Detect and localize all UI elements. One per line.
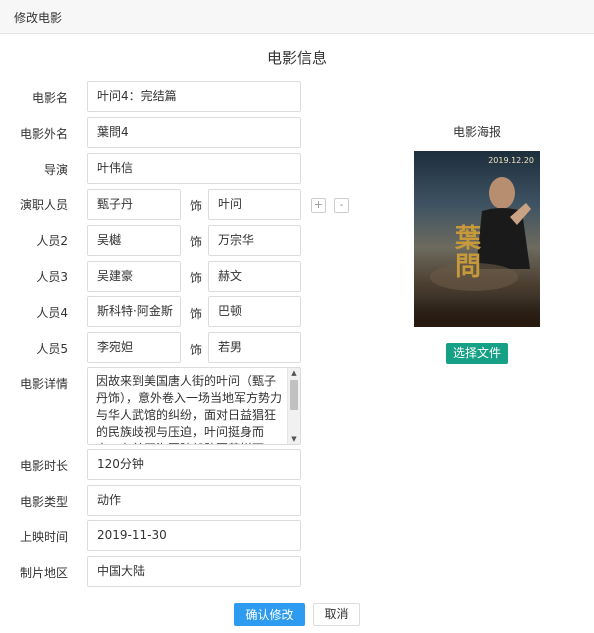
release-date-label: 上映时间	[19, 530, 68, 544]
confirm-button[interactable]: 确认修改	[234, 603, 305, 626]
poster-title: 葉問	[454, 224, 481, 282]
poster-date: 2019.12.20	[488, 156, 534, 165]
release-date-input[interactable]: 2019-11-30	[87, 520, 301, 551]
cast-label-2: 人员2	[36, 234, 68, 248]
cast-role-input-4[interactable]: 巴顿	[208, 296, 301, 327]
duration-input[interactable]: 120分钟	[87, 449, 301, 480]
cast-label: 演职人员	[19, 198, 68, 212]
cast-actor-input-2[interactable]: 吴樾	[87, 225, 181, 256]
cast-actor-input-4[interactable]: 斯科特·阿金斯	[87, 296, 181, 327]
cast-label-3: 人员3	[36, 270, 68, 284]
scroll-down-icon[interactable]: ▼	[288, 434, 300, 444]
add-cast-button[interactable]: +	[311, 198, 326, 213]
cast-role-input-2[interactable]: 万宗华	[208, 225, 301, 256]
details-text: 因故来到美国唐人街的叶问（甄子丹饰），意外卷入一场当地军方势力与华人武馆的纠纷，…	[96, 374, 283, 444]
cast-actor-input-1[interactable]: 甄子丹	[87, 189, 181, 220]
poster-image: 2019.12.20 葉問	[414, 151, 540, 327]
scroll-up-icon[interactable]: ▲	[288, 368, 300, 378]
director-label: 导演	[43, 163, 68, 177]
role-separator: 饰	[190, 343, 203, 357]
dialog-titlebar: 修改电影	[0, 0, 594, 34]
region-input[interactable]: 中国大陆	[87, 556, 301, 587]
details-scrollbar[interactable]: ▲ ▼	[287, 368, 300, 444]
movie-name-label: 电影名	[31, 91, 68, 105]
remove-cast-button[interactable]: -	[334, 198, 349, 213]
role-separator: 饰	[190, 307, 203, 321]
foreign-name-label: 电影外名	[19, 127, 68, 141]
cast-actor-input-5[interactable]: 李宛妲	[87, 332, 181, 363]
role-separator: 饰	[190, 271, 203, 285]
duration-label: 电影时长	[19, 459, 68, 473]
cast-label-4: 人员4	[36, 306, 68, 320]
cast-role-input-5[interactable]: 若男	[208, 332, 301, 363]
director-input[interactable]: 叶伟信	[87, 153, 301, 184]
region-label: 制片地区	[19, 566, 68, 580]
foreign-name-input[interactable]: 葉問4	[87, 117, 301, 148]
cast-actor-input-3[interactable]: 吴建豪	[87, 261, 181, 292]
cast-role-input-3[interactable]: 赫文	[208, 261, 301, 292]
genre-label: 电影类型	[19, 495, 68, 509]
poster-label: 电影海报	[452, 125, 501, 139]
cast-label-5: 人员5	[36, 342, 68, 356]
dialog-title: 修改电影	[14, 11, 63, 25]
scroll-thumb[interactable]	[290, 380, 298, 410]
cast-role-input-1[interactable]: 叶问	[208, 189, 301, 220]
details-label: 电影详情	[19, 377, 68, 391]
movie-name-input[interactable]: 叶问4：完结篇	[87, 81, 301, 112]
details-textarea[interactable]: 因故来到美国唐人街的叶问（甄子丹饰），意外卷入一场当地军方势力与华人武馆的纠纷，…	[87, 367, 301, 445]
poster-crowd	[414, 297, 540, 327]
genre-input[interactable]: 动作	[87, 485, 301, 516]
select-file-button[interactable]: 选择文件	[446, 343, 508, 364]
role-separator: 饰	[190, 235, 203, 249]
role-separator: 饰	[190, 199, 203, 213]
form-heading: 电影信息	[266, 49, 327, 67]
cancel-button[interactable]: 取消	[313, 603, 360, 626]
